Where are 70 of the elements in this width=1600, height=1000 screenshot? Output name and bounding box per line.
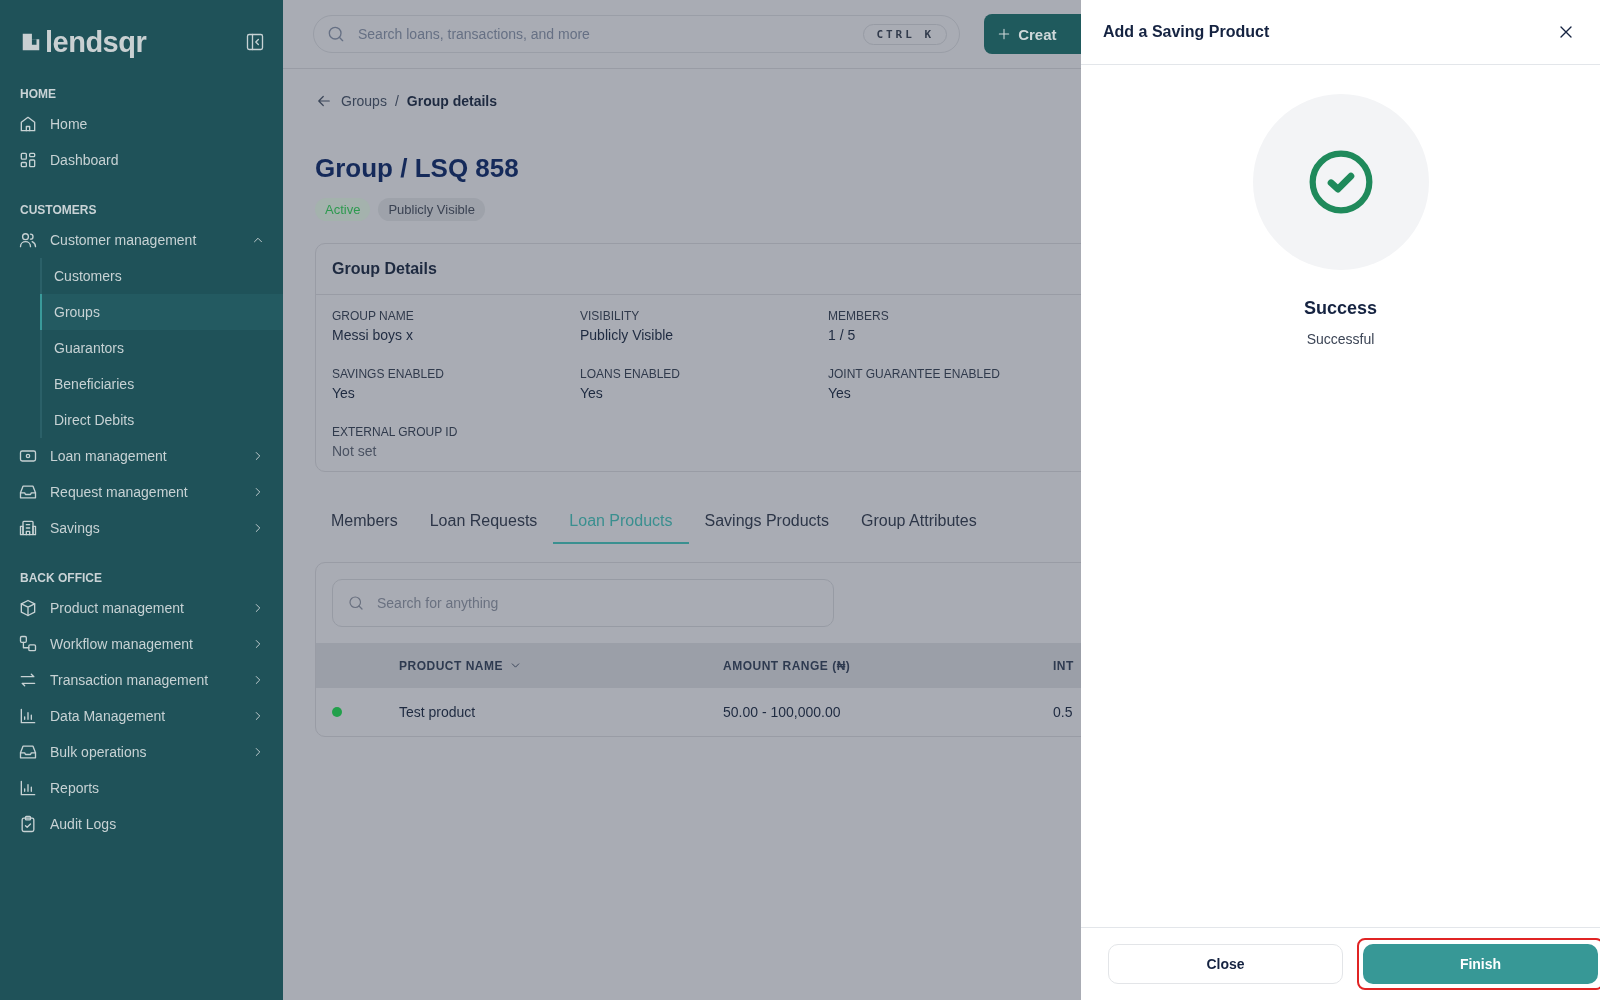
nav-item[interactable]: Bulk operations: [0, 734, 283, 770]
field-label: EXTERNAL GROUP ID: [332, 425, 459, 439]
logo-text: lendsqr: [45, 25, 147, 59]
field-value: Yes: [580, 385, 604, 401]
nav-subitem[interactable]: Groups: [40, 294, 283, 330]
table-cell: 50.00 - 100,000.00: [723, 704, 841, 720]
field-value: Not set: [332, 443, 378, 459]
field-label: GROUP NAME: [332, 309, 415, 323]
nav-item[interactable]: Dashboard: [0, 142, 283, 178]
nav-subitem[interactable]: Customers: [42, 258, 283, 294]
finish-button[interactable]: Finish: [1363, 944, 1598, 984]
logo-mark-icon: [20, 31, 42, 53]
create-button[interactable]: Creat: [984, 14, 1081, 54]
field-label: VISIBILITY: [580, 309, 641, 323]
field-label: JOINT GUARANTEE ENABLED: [828, 367, 1001, 381]
breadcrumb-separator: /: [394, 93, 399, 109]
field-label: MEMBERS: [828, 309, 890, 323]
nav-item[interactable]: Data Management: [0, 698, 283, 734]
field-value: Publicly Visible: [580, 327, 675, 343]
building-icon: [18, 518, 38, 538]
table-cell: 0.5: [1053, 704, 1073, 720]
field-value: Messi boys x: [332, 327, 414, 343]
box-icon: [18, 598, 38, 618]
nav-item[interactable]: Workflow management: [0, 626, 283, 662]
bar-chart-icon: [18, 778, 38, 798]
field-label: LOANS ENABLED: [580, 367, 682, 381]
bar-chart-icon: [18, 706, 38, 726]
tab[interactable]: Loan Requests: [413, 502, 554, 544]
column-header[interactable]: PRODUCT NAME: [399, 658, 522, 673]
close-button[interactable]: Close: [1108, 944, 1343, 984]
column-header: INT: [1053, 658, 1074, 673]
nav-subitem[interactable]: Direct Debits: [42, 402, 283, 438]
field-value: Yes: [332, 385, 356, 401]
status-title: Success: [1303, 298, 1378, 319]
section-heading: CUSTOMERS: [19, 202, 98, 219]
nav-subitem[interactable]: Guarantors: [42, 330, 283, 366]
nav-item[interactable]: Product management: [0, 590, 283, 626]
field-value: Yes: [828, 385, 852, 401]
workflow-icon: [18, 634, 38, 654]
nav-item[interactable]: Audit Logs: [0, 806, 283, 842]
nav-subitem[interactable]: Beneficiaries: [42, 366, 283, 402]
nav-item[interactable]: Reports: [0, 770, 283, 806]
users-icon: [18, 230, 38, 250]
visibility-badge: Publicly Visible: [378, 198, 485, 221]
nav-item[interactable]: Loan management: [0, 438, 283, 474]
search-icon: [326, 24, 346, 44]
sidebar-collapse-icon[interactable]: [245, 32, 265, 52]
section-heading: HOME: [19, 86, 57, 103]
tab[interactable]: Members: [315, 502, 414, 544]
search-icon: [347, 594, 365, 612]
nav-item[interactable]: Transaction management: [0, 662, 283, 698]
grid-icon: [18, 150, 38, 170]
table-cell: Test product: [399, 704, 476, 720]
breadcrumb-current: Group details: [406, 93, 498, 109]
nav-item[interactable]: Savings: [0, 510, 283, 546]
nav-item[interactable]: Customer management: [0, 222, 283, 258]
drawer-title: Add a Saving Product: [1103, 23, 1270, 41]
house-icon: [18, 114, 38, 134]
page-title: Group / LSQ 858: [315, 153, 520, 184]
nav-item[interactable]: Request management: [0, 474, 283, 510]
tab[interactable]: Savings Products: [688, 502, 846, 544]
field-value: 1 / 5: [828, 327, 857, 343]
nav-item[interactable]: Home: [0, 106, 283, 142]
tab[interactable]: Group Attributes: [845, 502, 993, 544]
status-message: Successful: [1306, 331, 1375, 347]
column-header: AMOUNT RANGE (₦): [723, 658, 851, 673]
field-label: SAVINGS ENABLED: [332, 367, 445, 381]
breadcrumb-link[interactable]: Groups: [341, 93, 387, 109]
status-badge: Active: [315, 198, 371, 221]
section-heading: BACK OFFICE: [19, 570, 103, 587]
